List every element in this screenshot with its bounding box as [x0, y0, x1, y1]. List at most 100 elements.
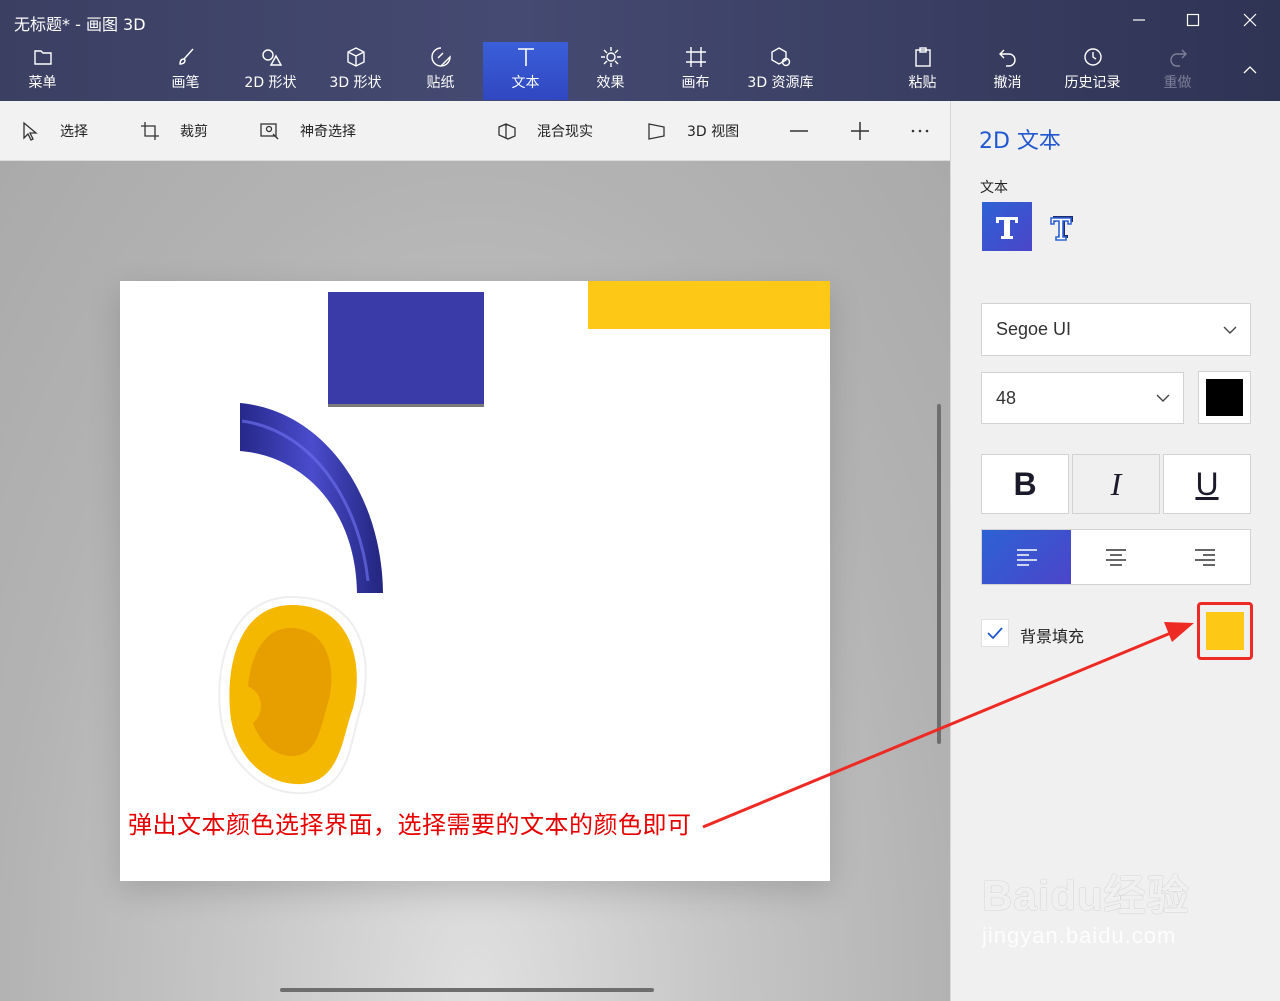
magic-select-icon: [260, 123, 279, 140]
brush-icon: [178, 48, 194, 65]
ribbon-redo[interactable]: 重做: [1135, 42, 1220, 100]
3d-text-style-button[interactable]: [1037, 202, 1087, 251]
text-icon: [517, 48, 534, 66]
window-title: 无标题* - 画图 3D: [14, 15, 146, 34]
minimize-icon: [1133, 19, 1145, 21]
more-options-button[interactable]: [908, 119, 932, 143]
ribbon-2d-shapes-label: 2D 形状: [244, 75, 297, 91]
minimize-button[interactable]: [1116, 6, 1162, 34]
ribbon-history[interactable]: 历史记录: [1050, 42, 1135, 100]
2d-text-style-button[interactable]: [982, 202, 1032, 251]
ribbon-2d-shapes[interactable]: 2D 形状: [228, 42, 313, 100]
background-fill-color-button[interactable]: [1197, 602, 1253, 660]
vertical-scrollbar[interactable]: [937, 404, 941, 744]
3d-view-icon: [648, 123, 665, 140]
chevron-down-icon: [1156, 394, 1170, 402]
text-color-button[interactable]: [1198, 371, 1251, 424]
underline-button[interactable]: U: [1163, 454, 1251, 514]
more-icon: [911, 129, 929, 133]
ribbon-3d-shapes-label: 3D 形状: [329, 75, 382, 91]
mixed-reality-tool[interactable]: 混合现实: [497, 101, 593, 161]
select-tool-label: 选择: [60, 124, 88, 140]
mixed-reality-label: 混合现实: [537, 124, 593, 140]
zoom-in-button[interactable]: [848, 119, 872, 143]
text-color-swatch: [1206, 379, 1243, 416]
ribbon-3d-library-label: 3D 资源库: [747, 75, 814, 91]
horizontal-scrollbar[interactable]: [280, 988, 654, 992]
align-right-button[interactable]: [1161, 530, 1250, 584]
italic-button[interactable]: I: [1072, 454, 1160, 514]
canvas-shapes: [218, 281, 830, 795]
font-family-dropdown[interactable]: Segoe UI: [981, 303, 1251, 356]
ribbon-menu-label: 菜单: [28, 75, 57, 91]
close-icon: [1243, 13, 1257, 27]
crop-tool-label: 裁剪: [180, 124, 208, 140]
crop-icon: [141, 122, 159, 140]
text-format-buttons: B I U: [981, 454, 1251, 514]
chevron-up-icon: [1243, 66, 1257, 74]
3d-text-t-icon: [1050, 215, 1073, 241]
title-ribbon-bar: 无标题* - 画图 3D 菜单 画笔 2D 形状 3D 形状 贴纸 文本 效果 …: [0, 0, 1280, 101]
mixed-reality-icon: [498, 123, 516, 140]
3d-shapes-icon: [346, 47, 365, 67]
ribbon-menu[interactable]: 菜单: [0, 42, 85, 100]
ribbon-effects[interactable]: 效果: [568, 42, 653, 100]
blue-rectangle[interactable]: [328, 292, 484, 406]
align-left-button[interactable]: [982, 530, 1072, 584]
2d-shapes-icon: [261, 49, 282, 66]
folder-icon: [33, 50, 52, 65]
3d-view-tool[interactable]: 3D 视图: [647, 101, 739, 161]
panel-title: 2D 文本: [979, 129, 1061, 154]
watermark-main: Baidu经验: [982, 872, 1190, 919]
ribbon-3d-shapes[interactable]: 3D 形状: [313, 42, 398, 100]
select-tool[interactable]: 选择: [20, 101, 88, 161]
tool-strip: 选择 裁剪 神奇选择 混合现实 3D 视图: [0, 101, 950, 161]
annotation-text: 弹出文本颜色选择界面，选择需要的文本的颜色即可: [128, 811, 692, 839]
text-align-buttons: [981, 529, 1251, 585]
text-section-label: 文本: [980, 180, 1008, 196]
font-family-value: Segoe UI: [996, 319, 1072, 339]
plus-icon: [851, 122, 869, 140]
yellow-rectangle[interactable]: [588, 281, 830, 329]
maximize-button[interactable]: [1170, 6, 1216, 34]
checkmark-icon: [987, 627, 1003, 640]
align-right-icon: [1195, 549, 1216, 566]
ribbon-effects-label: 效果: [596, 75, 625, 91]
ribbon-brushes[interactable]: 画笔: [143, 42, 228, 100]
ribbon-canvas-label: 画布: [681, 75, 710, 91]
3d-view-label: 3D 视图: [687, 124, 740, 140]
sticker-icon: [430, 47, 451, 67]
crop-tool[interactable]: 裁剪: [140, 101, 208, 161]
ribbon-3d-library[interactable]: 3D 资源库: [738, 42, 823, 100]
text-t-icon: [996, 216, 1018, 239]
ribbon-stickers-label: 贴纸: [426, 75, 455, 91]
cursor-icon: [23, 121, 38, 141]
minus-icon: [790, 130, 808, 132]
blue-3d-arc[interactable]: [240, 403, 383, 593]
drawing-canvas[interactable]: 弹出文本颜色选择界面，选择需要的文本的颜色即可: [120, 281, 830, 881]
background-fill-label: 背景填充: [1020, 627, 1085, 646]
bold-label: B: [1013, 465, 1037, 502]
ear-sticker[interactable]: [218, 595, 367, 795]
close-button[interactable]: [1227, 6, 1273, 34]
redo-icon: [1169, 49, 1187, 67]
zoom-out-button[interactable]: [787, 119, 811, 143]
ribbon-text[interactable]: 文本: [483, 42, 568, 100]
ribbon-undo[interactable]: 撤消: [965, 42, 1050, 100]
history-icon: [1083, 48, 1102, 66]
watermark-sub: jingyan.baidu.com: [982, 923, 1177, 948]
ribbon-history-label: 历史记录: [1064, 75, 1121, 91]
blue-rectangle-shadow: [328, 404, 484, 407]
background-fill-swatch: [1206, 612, 1244, 650]
ribbon-paste[interactable]: 粘贴: [880, 42, 965, 100]
collapse-ribbon-button[interactable]: [1227, 56, 1273, 84]
magic-select-tool[interactable]: 神奇选择: [260, 101, 356, 161]
ribbon-canvas[interactable]: 画布: [653, 42, 738, 100]
bold-button[interactable]: B: [981, 454, 1069, 514]
magic-select-label: 神奇选择: [300, 124, 356, 140]
background-fill-checkbox[interactable]: [981, 619, 1009, 647]
align-center-button[interactable]: [1071, 530, 1160, 584]
undo-icon: [998, 49, 1016, 67]
ribbon-stickers[interactable]: 贴纸: [398, 42, 483, 100]
font-size-dropdown[interactable]: 48: [981, 372, 1184, 424]
